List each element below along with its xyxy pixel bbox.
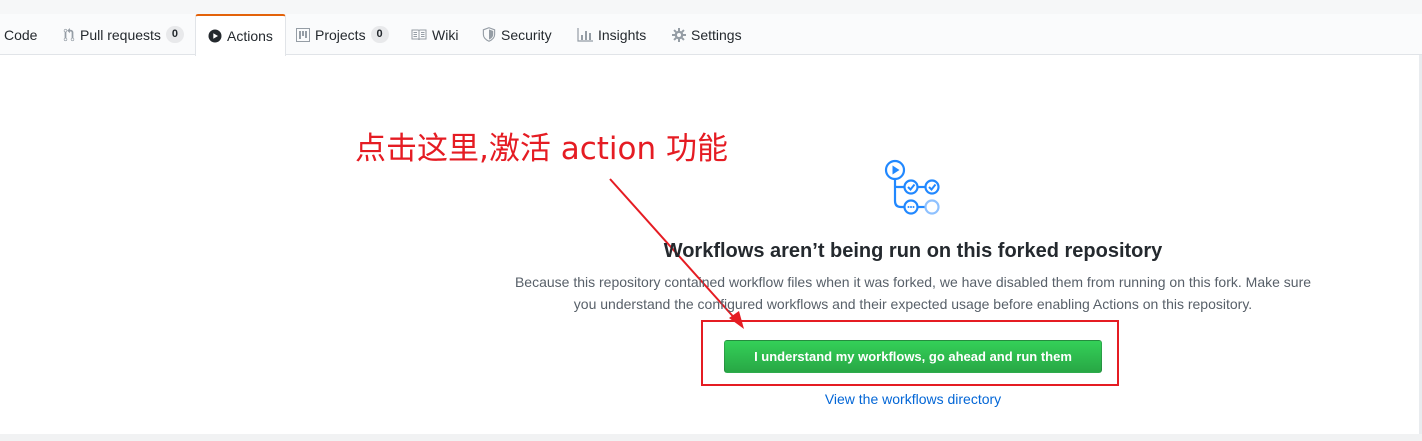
workflows-directory-link[interactable]: View the workflows directory: [760, 391, 1066, 407]
shield-icon: [482, 27, 496, 42]
tab-actions[interactable]: Actions: [195, 14, 286, 56]
tab-wiki-label: Wiki: [432, 26, 459, 43]
page-heading: Workflows aren’t being run on this forke…: [663, 240, 1163, 262]
tab-code[interactable]: Code: [4, 14, 37, 55]
gear-icon: [672, 27, 686, 42]
description: Because this repository contained workfl…: [498, 271, 1328, 315]
pull-request-icon: [63, 27, 75, 42]
tab-security-label: Security: [501, 26, 552, 43]
tab-insights-label: Insights: [598, 26, 647, 43]
tab-code-label: Code: [4, 26, 38, 43]
projects-counter: 0: [370, 26, 389, 43]
tab-wiki[interactable]: Wiki: [411, 14, 458, 55]
top-strip: [0, 0, 1422, 14]
book-icon: [411, 29, 427, 41]
tab-projects[interactable]: Projects 0: [296, 14, 389, 55]
tab-settings-label: Settings: [691, 26, 742, 43]
run-workflows-button[interactable]: I understand my workflows, go ahead and …: [724, 340, 1102, 373]
repo-tab-bar: Code Pull requests 0 Actions Projects 0 …: [0, 14, 1422, 56]
project-icon: [296, 27, 310, 42]
pull-requests-counter: 0: [165, 26, 184, 43]
graph-icon: [577, 27, 593, 42]
tab-security[interactable]: Security: [482, 14, 552, 55]
play-icon: [208, 29, 222, 43]
annotation-text: 点击这里,激活 action 功能: [355, 131, 728, 167]
tab-insights[interactable]: Insights: [577, 14, 646, 55]
description-line-1: Because this repository contained workfl…: [514, 274, 1312, 290]
bottom-strip: [0, 434, 1422, 441]
tab-projects-label: Projects: [315, 26, 366, 43]
description-line-2: you understand the configured workflows …: [573, 296, 1253, 312]
tab-settings[interactable]: Settings: [672, 14, 742, 55]
workflow-icon: [880, 153, 946, 219]
tab-pull-requests-label: Pull requests: [80, 26, 161, 43]
tab-pull-requests[interactable]: Pull requests 0: [63, 14, 184, 55]
tab-actions-label: Actions: [227, 28, 273, 44]
